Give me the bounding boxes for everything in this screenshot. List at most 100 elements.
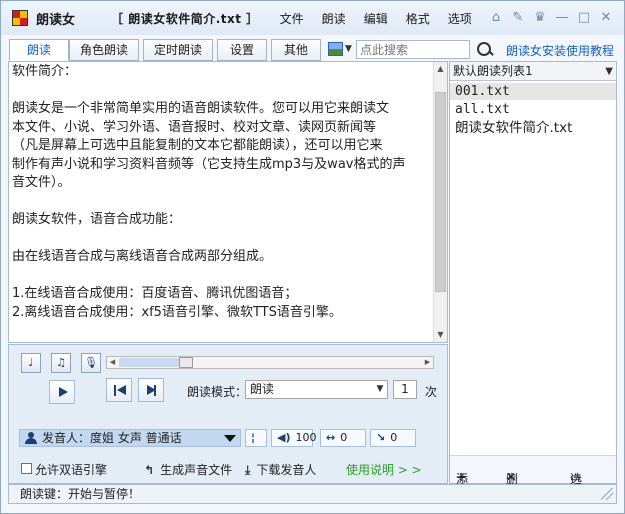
- close-icon[interactable]: ✕: [596, 9, 616, 27]
- tab-read[interactable]: 朗读: [9, 39, 69, 61]
- document-line: 朗读女软件，语音合成功能：: [12, 212, 182, 227]
- bilingual-label[interactable]: 允许双语引擎: [35, 461, 107, 478]
- music-icon[interactable]: ♫: [51, 353, 71, 373]
- volume-value: 100: [295, 431, 317, 444]
- main-window: 朗读女 ［ 朗读女软件简介.txt ］ 文件 朗读 编辑 格式 选项 ⌂ ✎ ♛…: [0, 0, 625, 514]
- menu-edit[interactable]: 编辑: [364, 10, 388, 27]
- bilingual-checkbox[interactable]: [21, 463, 32, 474]
- dropdown-arrow-icon: [224, 435, 236, 442]
- playlist-item[interactable]: all.txt: [450, 101, 616, 118]
- tab-settings[interactable]: 设置: [217, 39, 267, 61]
- menu-options[interactable]: 选项: [448, 10, 472, 27]
- speed-control[interactable]: ↔ 0: [320, 429, 366, 447]
- playlist-toolbar: +添加 ✕删除 ▭选项: [450, 455, 616, 503]
- tab-timed-read[interactable]: 定时朗读: [143, 39, 213, 61]
- repeat-count-input[interactable]: 1: [393, 380, 417, 399]
- engine-icon: ¦: [251, 431, 256, 444]
- generate-icon: ↰: [144, 463, 155, 477]
- engine-button[interactable]: ¦: [245, 429, 267, 447]
- download-speaker-label: 下载发音人: [256, 463, 317, 477]
- generate-audio-label: 生成声音文件: [160, 463, 233, 477]
- person-icon: [25, 432, 37, 444]
- document-line: [12, 82, 430, 101]
- document-line: 制作有声小说和学习资料音频等（它支持生成mp3与及wav格式的声: [12, 156, 406, 172]
- download-speaker-button[interactable]: ⤓ 下载发音人: [245, 461, 316, 478]
- document-line: （凡是屏幕上可选中且能复制的文本它都能朗读），还可以用它来: [12, 138, 383, 153]
- resize-grip-icon[interactable]: [601, 488, 613, 500]
- menu-read[interactable]: 朗读: [322, 10, 346, 27]
- install-tutorial-link[interactable]: 朗读女安装使用教程: [506, 42, 614, 59]
- reading-controls: ♩ ♫ 🎙 ◀ ▶ 朗读模式： 朗读 ▼ 1 次 发音人：度姐 女声 普通话 ¦…: [8, 344, 448, 484]
- playlist-name: 默认朗读列表1: [453, 64, 533, 78]
- usage-link[interactable]: 使用说明 > >: [346, 461, 422, 478]
- menu-format[interactable]: 格式: [406, 10, 430, 27]
- tab-other[interactable]: 其他: [271, 39, 321, 61]
- volume-control[interactable]: ◀) 100: [271, 429, 317, 447]
- document-line: [12, 230, 430, 249]
- read-mode-select[interactable]: 朗读 ▼: [245, 380, 388, 399]
- generate-audio-button[interactable]: ↰ 生成声音文件: [144, 461, 232, 478]
- document-text-area[interactable]: 软件简介： 朗读女是一个非常简单实用的语音朗读软件。您可以用它来朗读文 本文件、小说…: [8, 61, 448, 343]
- menu-bar: 文件 朗读 编辑 格式 选项: [271, 10, 481, 27]
- pitch-control[interactable]: ↘ 0: [370, 429, 416, 447]
- read-mode-label: 朗读模式：: [187, 385, 248, 399]
- search-input[interactable]: [356, 40, 470, 59]
- speed-icon: ↔: [326, 431, 336, 444]
- progress-slider[interactable]: ◀ ▶: [106, 356, 434, 369]
- playlist-select[interactable]: 默认朗读列表1 ▼: [450, 62, 616, 81]
- playlist-item[interactable]: 001.txt: [450, 83, 616, 100]
- tab-role-read[interactable]: 角色朗读: [69, 39, 139, 61]
- title-bar: 朗读女 ［ 朗读女软件简介.txt ］ 文件 朗读 编辑 格式 选项 ⌂ ✎ ♛…: [1, 1, 624, 35]
- menu-file[interactable]: 文件: [280, 10, 304, 27]
- document-line: 音文件）。: [12, 175, 71, 190]
- speaker-select[interactable]: 发音人：度姐 女声 普通话: [19, 429, 241, 447]
- pitch-icon: ↘: [376, 431, 386, 444]
- scroll-thumb[interactable]: [435, 92, 446, 292]
- document-line: 1.在线语音合成使用：百度语音、腾讯优图语音；: [12, 286, 298, 301]
- maximize-icon[interactable]: □: [574, 9, 594, 27]
- chevron-down-icon: ▼: [605, 66, 613, 77]
- speaker-value: 发音人：度姐 女声 普通话: [42, 431, 182, 445]
- image-dropdown-button[interactable]: ▼: [328, 41, 354, 59]
- scroll-up-icon[interactable]: ▲: [434, 62, 447, 76]
- app-name: 朗读女: [36, 12, 76, 28]
- home-icon[interactable]: ⌂: [486, 9, 506, 27]
- vertical-scrollbar[interactable]: ▲ ▼: [433, 62, 447, 342]
- volume-icon: ◀): [277, 431, 291, 444]
- microphone-icon[interactable]: 🎙: [81, 353, 101, 373]
- search-icon[interactable]: [475, 40, 495, 60]
- play-button[interactable]: [49, 380, 75, 404]
- tab-row: 朗读 角色朗读 定时朗读 设置 其他 ▼ 朗读女安装使用教程: [1, 39, 624, 61]
- document-line: 由在线语音合成与离线语音合成两部分组成。: [12, 249, 273, 264]
- status-bar: 朗读键：开始与暂停！: [8, 484, 617, 504]
- scroll-down-icon[interactable]: ▼: [434, 328, 447, 342]
- document-text: 软件简介： 朗读女是一个非常简单实用的语音朗读软件。您可以用它来朗读文 本文件、小说…: [12, 63, 430, 322]
- skin-icon[interactable]: ♛: [530, 9, 550, 27]
- dropdown-arrow-icon: ▼: [345, 44, 352, 54]
- app-logo-icon: [12, 10, 28, 26]
- chevron-down-icon: ▼: [376, 384, 384, 394]
- playlist-item[interactable]: 朗读女软件简介.txt: [450, 118, 616, 138]
- speed-value: 0: [340, 431, 348, 444]
- document-line: [12, 193, 430, 212]
- window-controls: ⌂ ✎ ♛ — □ ✕: [484, 9, 616, 27]
- progress-knob[interactable]: [179, 357, 193, 368]
- text-mode-icon[interactable]: ♩: [21, 353, 41, 373]
- download-icon: ⤓: [245, 463, 251, 477]
- progress-fill: [119, 358, 179, 367]
- slider-right-icon[interactable]: ▶: [422, 357, 433, 368]
- slider-left-icon[interactable]: ◀: [107, 357, 118, 368]
- document-line: 2.离线语音合成使用：xf5语音引擎、微软TTS语音引擎。: [12, 304, 342, 320]
- document-title: ［ 朗读女软件简介.txt ］: [111, 11, 259, 26]
- document-line: 软件简介：: [12, 64, 78, 79]
- document-line: 本文件、小说、学习外语、语音报时、校对文章、读网页新闻等: [12, 119, 377, 135]
- minimize-icon[interactable]: —: [552, 9, 572, 27]
- document-line: 朗读女是一个非常简单实用的语音朗读软件。您可以用它来朗读文: [12, 101, 390, 116]
- repeat-count-unit: 次: [425, 385, 438, 399]
- pin-icon[interactable]: ✎: [508, 9, 528, 27]
- read-mode-value: 朗读: [250, 382, 275, 396]
- document-line: [12, 267, 430, 286]
- next-button[interactable]: [138, 378, 164, 402]
- previous-button[interactable]: [106, 378, 132, 402]
- playlist-panel: 默认朗读列表1 ▼ 001.txt all.txt 朗读女软件简介.txt + 添…: [449, 61, 617, 503]
